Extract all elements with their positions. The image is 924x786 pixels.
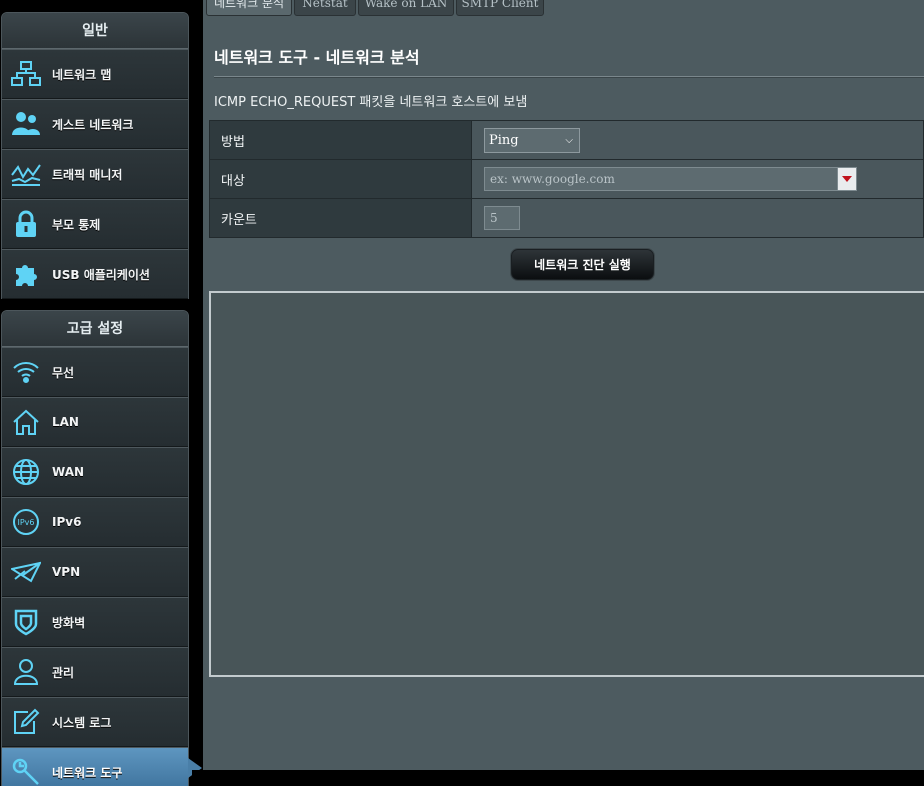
target-dropdown-button[interactable] — [838, 167, 857, 191]
puzzle-icon — [10, 259, 42, 289]
home-icon — [10, 407, 42, 437]
sidebar-item-label: VPN — [52, 565, 81, 579]
sidebar-item-parental-control[interactable]: 부모 통제 — [2, 199, 188, 249]
sidebar-item-label: 관리 — [52, 665, 75, 680]
target-combo — [484, 167, 857, 191]
guest-network-icon — [10, 109, 42, 139]
sidebar-item-network-map[interactable]: 네트워크 맵 — [2, 49, 188, 99]
advanced-menu: 고급 설정 무선 LAN WAN IPv6 IPv6 VPN 방화벽 관리 시스… — [1, 310, 189, 786]
bottom-bar — [192, 770, 924, 786]
sidebar-item-usb-application[interactable]: USB 애플리케이션 — [2, 249, 188, 299]
sidebar-item-label: 게스트 네트워크 — [52, 117, 134, 132]
run-diagnostic-button[interactable]: 네트워크 진단 실행 — [511, 249, 654, 280]
general-menu-header: 일반 — [2, 13, 188, 49]
general-menu: 일반 네트워크 맵 게스트 네트워크 트래픽 매니저 부모 통제 USB 애플리… — [1, 12, 189, 299]
dropdown-arrow-icon — [842, 176, 852, 182]
sidebar-item-label: WAN — [52, 465, 85, 479]
count-input[interactable] — [484, 206, 520, 230]
admin-user-icon — [10, 657, 42, 687]
chevron-down-icon: ⌵ — [565, 134, 573, 146]
sidebar-item-label: 부모 통제 — [52, 217, 101, 232]
form-row-target: 대상 — [209, 159, 924, 199]
tab-wake-on-lan[interactable]: Wake on LAN — [358, 0, 454, 16]
target-input[interactable] — [484, 167, 838, 191]
sidebar-item-traffic-manager[interactable]: 트래픽 매니저 — [2, 149, 188, 199]
target-label: 대상 — [209, 159, 472, 199]
sidebar: 일반 네트워크 맵 게스트 네트워크 트래픽 매니저 부모 통제 USB 애플리… — [0, 0, 202, 786]
sidebar-item-label: 네트워크 도구 — [52, 765, 123, 780]
sidebar-item-firewall[interactable]: 방화벽 — [2, 597, 188, 647]
diagnostic-form: 방법 Ping ⌵ 대상 ex: www.google.com 카운트 5 — [209, 120, 924, 238]
globe-icon — [10, 457, 42, 487]
svg-text:IPv6: IPv6 — [17, 518, 34, 527]
method-select-value: Ping — [489, 132, 519, 148]
advanced-menu-header: 고급 설정 — [2, 311, 188, 347]
form-row-method: 방법 Ping ⌵ — [209, 120, 924, 160]
method-select[interactable]: Ping ⌵ — [484, 127, 580, 153]
shield-icon — [10, 607, 42, 637]
sidebar-item-administration[interactable]: 관리 — [2, 647, 188, 697]
sidebar-item-label: LAN — [52, 415, 79, 429]
sidebar-item-label: 방화벽 — [52, 615, 86, 630]
form-row-count: 카운트 — [209, 198, 924, 238]
sidebar-item-label: IPv6 — [52, 515, 82, 529]
edit-log-icon — [10, 707, 42, 737]
sidebar-item-lan[interactable]: LAN — [2, 397, 188, 447]
result-output[interactable] — [209, 291, 924, 677]
sidebar-item-network-tools[interactable]: 네트워크 도구 — [2, 747, 188, 786]
wrench-icon — [10, 757, 42, 786]
sidebar-item-wireless[interactable]: 무선 — [2, 347, 188, 397]
tab-strip: 네트워크 분석 Netstat Wake on LAN SMTP Client — [203, 0, 924, 17]
sidebar-item-guest-network[interactable]: 게스트 네트워크 — [2, 99, 188, 149]
vpn-icon — [10, 557, 42, 587]
sidebar-item-wan[interactable]: WAN — [2, 447, 188, 497]
sidebar-item-system-log[interactable]: 시스템 로그 — [2, 697, 188, 747]
sidebar-item-vpn[interactable]: VPN — [2, 547, 188, 597]
sidebar-item-label: 무선 — [52, 365, 75, 380]
sidebar-item-label: USB 애플리케이션 — [52, 267, 150, 282]
wifi-icon — [10, 357, 42, 387]
traffic-manager-icon — [10, 159, 42, 189]
sidebar-item-label: 시스템 로그 — [52, 715, 112, 730]
lock-icon — [10, 209, 42, 239]
page-description: ICMP ECHO_REQUEST 패킷을 네트워크 호스트에 보냄 — [214, 95, 528, 110]
tab-netstat[interactable]: Netstat — [294, 0, 356, 16]
tab-smtp-client[interactable]: SMTP Client — [456, 0, 544, 16]
tab-network-analysis[interactable]: 네트워크 분석 — [206, 0, 292, 16]
page-title: 네트워크 도구 - 네트워크 분석 — [214, 48, 420, 67]
sidebar-item-label: 트래픽 매니저 — [52, 167, 123, 182]
count-label: 카운트 — [209, 198, 472, 238]
ipv6-icon: IPv6 — [10, 507, 42, 537]
main-panel: 네트워크 분석 Netstat Wake on LAN SMTP Client … — [203, 0, 924, 770]
sidebar-item-label: 네트워크 맵 — [52, 67, 112, 82]
network-map-icon — [10, 59, 42, 89]
method-label: 방법 — [209, 120, 472, 160]
sidebar-item-ipv6[interactable]: IPv6 IPv6 — [2, 497, 188, 547]
title-divider — [214, 76, 924, 77]
